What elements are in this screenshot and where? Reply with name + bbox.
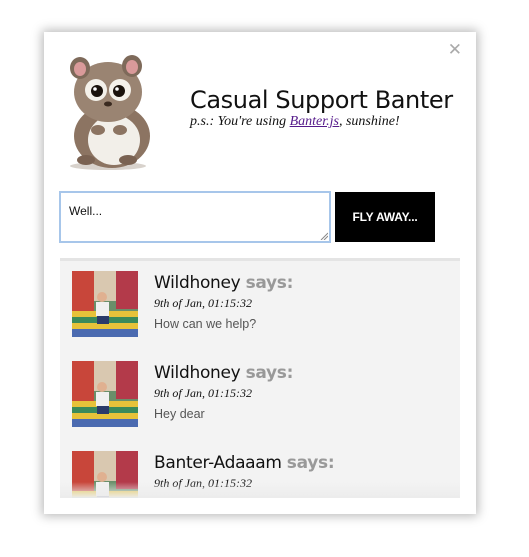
message-author: Wildhoney says:: [154, 273, 293, 293]
app-subtitle: p.s.: You're using Banter.js, sunshine!: [190, 114, 400, 130]
message-item: Wildhoney says: 9th of Jan, 01:15:32 Hey…: [60, 351, 460, 431]
list-fade: [60, 482, 460, 498]
subtitle-suffix: , sunshine!: [338, 114, 400, 129]
author-name: Wildhoney: [154, 363, 241, 383]
app-title: Casual Support Banter: [190, 86, 453, 114]
close-icon[interactable]: ✕: [448, 42, 462, 59]
message-text: How can we help?: [154, 317, 257, 331]
avatar: [72, 271, 138, 337]
says-label: says:: [245, 363, 294, 383]
author-name: Banter-Adaaam: [154, 453, 282, 473]
banterjs-link[interactable]: Banter.js: [290, 114, 339, 129]
message-timestamp: 9th of Jan, 01:15:32: [154, 296, 252, 310]
banter-modal: ✕ Casual Support Banter p.s.: You're usi…: [44, 32, 476, 514]
message-item: Wildhoney says: 9th of Jan, 01:15:32 How…: [60, 261, 460, 341]
mascot-image: [70, 55, 150, 170]
says-label: says:: [286, 453, 335, 473]
says-label: says:: [245, 273, 294, 293]
author-name: Wildhoney: [154, 273, 241, 293]
message-author: Wildhoney says:: [154, 363, 293, 383]
message-timestamp: 9th of Jan, 01:15:32: [154, 386, 252, 400]
avatar: [72, 361, 138, 427]
subtitle-prefix: p.s.: You're using: [190, 114, 290, 129]
message-author: Banter-Adaaam says:: [154, 453, 335, 473]
resize-grip-icon[interactable]: [320, 232, 328, 240]
message-text: Hey dear: [154, 407, 205, 421]
message-list[interactable]: Wildhoney says: 9th of Jan, 01:15:32 How…: [60, 258, 460, 498]
send-button[interactable]: FLY AWAY...: [335, 192, 435, 242]
message-input[interactable]: [59, 191, 331, 243]
